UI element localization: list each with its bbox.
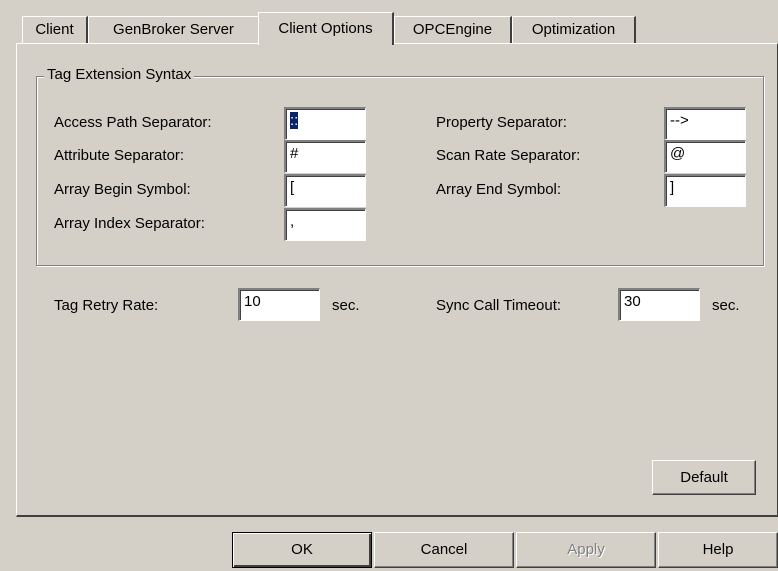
active-tab-joiner	[259, 43, 392, 45]
tag-retry-rate-unit: sec.	[332, 297, 360, 314]
tab-opcengine[interactable]: OPCEngine	[394, 16, 512, 43]
tab-client[interactable]: Client	[22, 16, 88, 43]
cancel-button[interactable]: Cancel	[374, 532, 514, 568]
sync-call-timeout-field[interactable]: 30	[618, 288, 700, 321]
scan-rate-separator-field[interactable]: @	[664, 140, 746, 173]
apply-button-label: Apply	[567, 541, 605, 558]
help-button[interactable]: Help	[658, 532, 778, 568]
array-begin-symbol-field[interactable]: [	[284, 174, 366, 207]
access-path-separator-value: ::	[290, 112, 299, 129]
sync-call-timeout-unit: sec.	[712, 297, 740, 314]
array-index-separator-field[interactable]: ,	[284, 208, 366, 241]
tab-genbroker-server[interactable]: GenBroker Server	[88, 16, 260, 43]
tag-extension-syntax-group	[36, 76, 764, 266]
ok-button[interactable]: OK	[232, 532, 372, 568]
tab-client-options[interactable]: Client Options	[258, 12, 394, 45]
access-path-separator-label: Access Path Separator:	[54, 114, 212, 131]
array-end-symbol-label: Array End Symbol:	[436, 181, 562, 198]
array-end-symbol-field[interactable]: ]	[664, 174, 746, 207]
scan-rate-separator-label: Scan Rate Separator:	[436, 147, 581, 164]
array-index-separator-label: Array Index Separator:	[54, 215, 205, 232]
apply-button[interactable]: Apply	[516, 532, 656, 568]
tab-optimization[interactable]: Optimization	[512, 16, 636, 43]
sync-call-timeout-label: Sync Call Timeout:	[436, 297, 562, 314]
attribute-separator-label: Attribute Separator:	[54, 147, 185, 164]
default-button[interactable]: Default	[652, 460, 756, 495]
tag-retry-rate-field[interactable]: 10	[238, 288, 320, 321]
property-separator-field[interactable]: -->	[664, 107, 746, 140]
attribute-separator-field[interactable]: #	[284, 140, 366, 173]
tag-retry-rate-label: Tag Retry Rate:	[54, 297, 159, 314]
group-title: Tag Extension Syntax	[44, 66, 195, 84]
property-separator-label: Property Separator:	[436, 114, 567, 131]
access-path-separator-field[interactable]: ::	[284, 107, 366, 140]
array-begin-symbol-label: Array Begin Symbol:	[54, 181, 191, 198]
